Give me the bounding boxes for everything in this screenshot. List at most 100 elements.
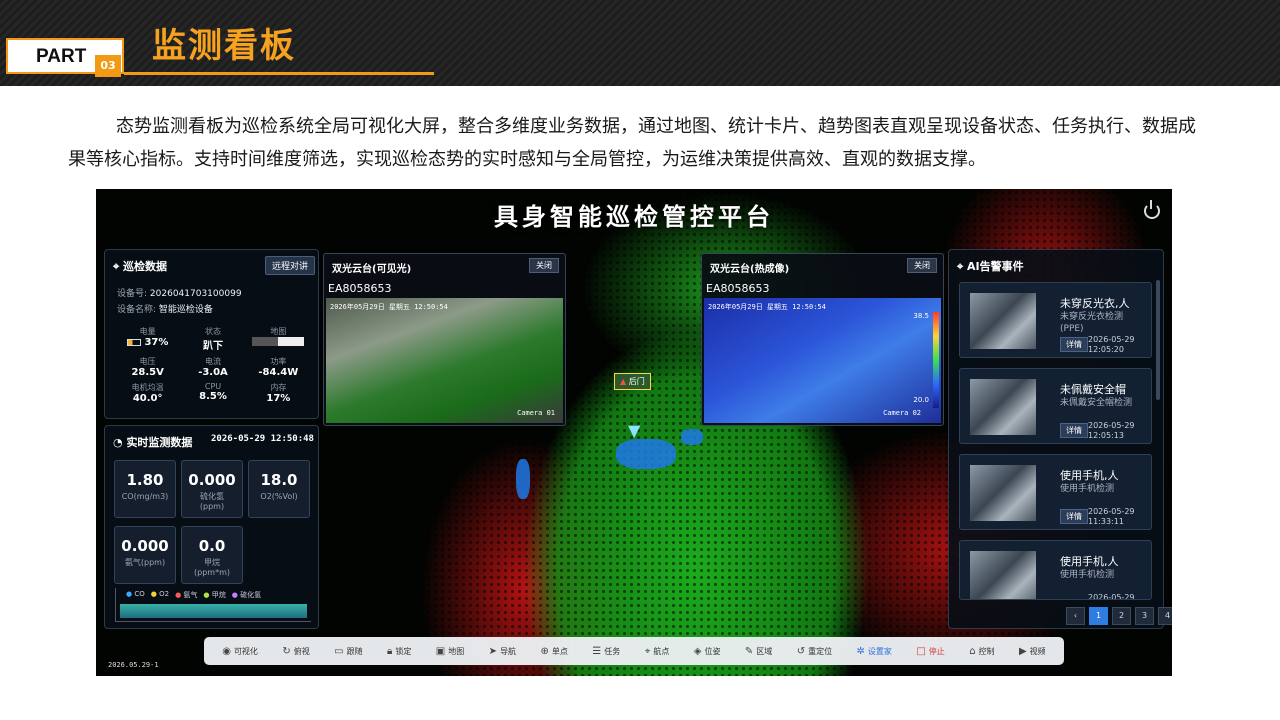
task-icon: ☰: [592, 645, 602, 657]
alerts-heading: ⌖ AI告警事件: [957, 260, 1024, 273]
thermal-camera-feed[interactable]: 2026年05月29日 星期五 12:50:54 38.5 20.0 Camer…: [704, 298, 941, 423]
dashboard-title: 具身智能巡检管控平台: [494, 203, 774, 231]
visible-camera-stamp: 2026年05月29日 星期五 12:50:54: [330, 303, 448, 311]
page-button[interactable]: 4: [1158, 607, 1172, 625]
alert-time: 2026-05-29 11:33:11: [1088, 507, 1135, 526]
trend-area: [120, 604, 307, 618]
part-label: PART: [36, 46, 87, 67]
dashboard-screenshot: 具身智能巡检管控平台 ⌖ 巡检数据 远程对讲 设备号: 202604170310…: [96, 189, 1172, 676]
toolbar-topview-button[interactable]: ↻ 俯视: [282, 646, 309, 657]
patrol-heading: ⌖ 巡检数据: [113, 260, 168, 273]
visible-camera-close-button[interactable]: 关闭: [529, 258, 559, 273]
stat-cpu: CPU 8.5%: [199, 382, 227, 402]
metric-h2s: 0.000 硫化氢 (ppm): [181, 460, 243, 518]
alert-item[interactable]: 使用手机,人 使用手机检测 2026-05-29: [959, 540, 1152, 600]
toolbar-map-button[interactable]: ▣ 地图: [436, 646, 464, 657]
pose-icon: ◈: [693, 645, 702, 657]
robot-position-icon: ▼: [628, 421, 641, 440]
page-button[interactable]: 3: [1135, 607, 1154, 625]
alert-subtitle: 未穿反光衣检测 (PPE): [1060, 312, 1124, 334]
ai-alerts-panel: ⌖ AI告警事件 未穿反光衣,人 未穿反光衣检测 (PPE) 详情 2026-0…: [948, 249, 1164, 629]
alert-title: 使用手机,人: [1060, 469, 1119, 482]
toolbar-single-point-button[interactable]: ⊕ 单点: [540, 646, 567, 657]
alert-thumbnail: [970, 465, 1036, 521]
map-thumbnail: [252, 337, 305, 346]
page-button[interactable]: 1: [1089, 607, 1108, 625]
legend-co: ● CO: [126, 590, 145, 598]
patrol-data-panel: ⌖ 巡检数据 远程对讲 设备号: 2026041703100099 设备名称: …: [104, 249, 319, 419]
toolbar-relocate-button[interactable]: ↺ 重定位: [797, 646, 832, 657]
page-button[interactable]: 2: [1112, 607, 1131, 625]
stat-memory: 内存 17%: [266, 383, 291, 404]
toolbar-area-button[interactable]: ✎ 区域: [745, 646, 772, 657]
pin-icon: ▲: [620, 377, 627, 386]
thermal-max-temp: 38.5: [913, 312, 929, 320]
thermal-camera-stamp: 2026年05月29日 星期五 12:50:54: [708, 303, 826, 311]
map-robot-trail: [681, 429, 703, 445]
device-name: 设备名称: 智能巡检设备: [117, 305, 213, 315]
alert-detail-button[interactable]: 详情: [1060, 337, 1088, 352]
target-icon: ⊕: [540, 645, 549, 657]
trend-chart: ● CO ● O2 ● 氨气 ● 甲烷 ● 硫化氢: [115, 588, 311, 622]
toolbar-set-home-button[interactable]: ✲ 设置家: [857, 646, 892, 657]
toolbar-visualize-button[interactable]: ◉ 可视化: [222, 646, 258, 657]
power-icon[interactable]: [1144, 200, 1160, 219]
toolbar-video-button[interactable]: ▶ 视频: [1019, 646, 1046, 657]
device-stats-grid: 电量 37% 状态 趴下 地图 电压 28.5V 电流 -3.0A 功率 -84.4W …: [115, 326, 311, 404]
alert-thumbnail: [970, 293, 1036, 349]
alert-item[interactable]: 使用手机,人 使用手机检测 详情 2026-05-29 11:33:11: [959, 454, 1152, 530]
metric-o2: 18.0 O2(%Vol): [248, 460, 310, 518]
toolbar-follow-button[interactable]: ▭ 跟随: [334, 646, 362, 657]
stat-map: 地图: [246, 326, 311, 352]
rotate-icon: ↻: [282, 645, 291, 657]
pen-icon: ✎: [744, 645, 754, 657]
alert-item[interactable]: 未穿反光衣,人 未穿反光衣检测 (PPE) 详情 2026-05-29 12:05…: [959, 282, 1152, 358]
lock-icon: 🔒︎: [387, 645, 393, 657]
visible-camera-heading: 双光云台(可见光): [332, 264, 412, 275]
alert-detail-button[interactable]: 详情: [1060, 423, 1088, 438]
map-robot-trail: [516, 459, 530, 499]
metric-nh3: 0.000 氨气(ppm): [114, 526, 176, 584]
alert-subtitle: 使用手机检测: [1060, 484, 1115, 494]
toolbar-navigate-button[interactable]: ➤ 导航: [489, 646, 516, 657]
visible-camera-label: Camera 01: [517, 409, 555, 417]
legend-nh3: ● 氨气: [175, 591, 198, 599]
alert-time: 2026-05-29 12:05:13: [1088, 421, 1135, 440]
alert-title: 未佩戴安全帽: [1060, 383, 1126, 396]
stat-voltage: 电压 28.5V: [131, 357, 164, 378]
alert-thumbnail: [970, 379, 1036, 435]
stat-status: 状态 趴下: [202, 327, 223, 352]
settings-icon: ✲: [856, 645, 865, 657]
part-number: 03: [95, 55, 121, 77]
toolbar-task-button[interactable]: ☰ 任务: [592, 646, 620, 657]
alert-title: 未穿反光衣,人: [1060, 297, 1130, 310]
realtime-monitor-panel: ◔ 实时监测数据 2026-05-29 12:50:48 1.80 CO(mg/m…: [104, 425, 319, 629]
toolbar-pose-button[interactable]: ◈ 位姿: [694, 646, 721, 657]
alert-title: 使用手机,人: [1060, 555, 1119, 568]
map-marker-back-door[interactable]: ▲ 后门: [614, 373, 651, 390]
toolbar-stop-button[interactable]: □ 停止: [916, 646, 944, 657]
stat-motor-temp: 电机均温 40.0°: [131, 383, 164, 404]
stat-battery: 电量 37%: [115, 326, 180, 352]
visible-camera-feed[interactable]: 2026年05月29日 星期五 12:50:54 Camera 01: [326, 298, 563, 423]
legend-ch4: ● 甲烷: [203, 591, 226, 599]
thermal-camera-label: Camera 02: [883, 409, 921, 417]
alert-detail-button[interactable]: 详情: [1060, 509, 1088, 524]
metric-ch4: 0.0 甲烷 (ppm*m): [181, 526, 243, 584]
alerts-pagination: ‹ 1 2 3 4 5 6 ... 130 ›: [1066, 607, 1172, 625]
stat-power: 功率 -84.4W: [258, 357, 299, 378]
pie-chart-icon: ◔: [113, 436, 127, 449]
camera-icon: ▭: [334, 645, 344, 657]
prev-page-button[interactable]: ‹: [1066, 607, 1085, 625]
toolbar-waypoint-button[interactable]: ⌖ 航点: [645, 646, 670, 657]
alerts-scrollbar[interactable]: [1156, 280, 1160, 400]
toolbar-control-button[interactable]: ⌂ 控制: [969, 646, 994, 657]
thermal-camera-close-button[interactable]: 关闭: [907, 258, 937, 273]
metric-co: 1.80 CO(mg/m3): [114, 460, 176, 518]
remote-talk-button[interactable]: 远程对讲: [265, 256, 316, 275]
location-icon: ⌖: [113, 260, 124, 273]
toolbar-lock-button[interactable]: 🔒︎ 锁定: [387, 646, 411, 657]
alert-item[interactable]: 未佩戴安全帽 未佩戴安全帽检测 详情 2026-05-29 12:05:13: [959, 368, 1152, 444]
pin-icon: ⌖: [644, 645, 651, 657]
realtime-timestamp: 2026-05-29 12:50:48: [211, 434, 314, 444]
